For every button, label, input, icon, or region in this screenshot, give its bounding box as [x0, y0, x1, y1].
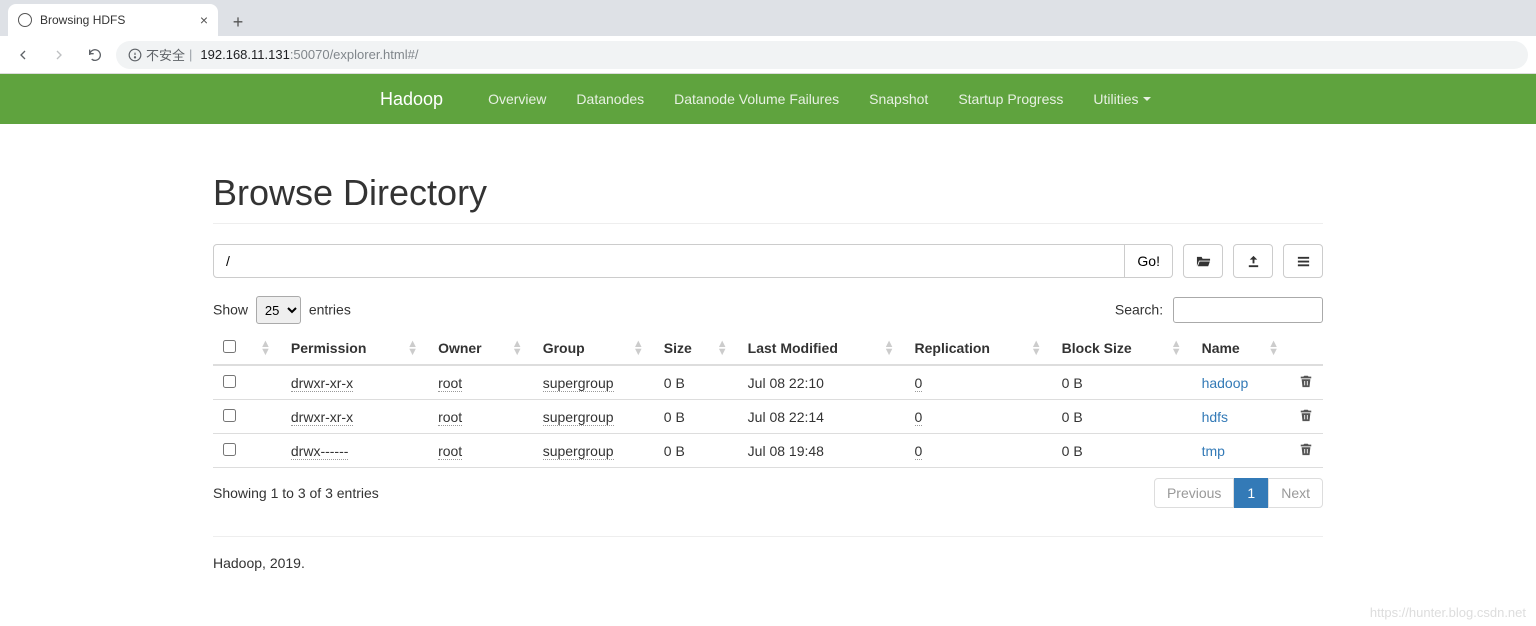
blocksize-cell: 0 B [1052, 400, 1192, 434]
sort-icon: ▲▼ [407, 340, 418, 356]
list-button[interactable] [1283, 244, 1323, 278]
path-input[interactable] [213, 244, 1125, 278]
browser-tabbar: Browsing HDFS × + [0, 0, 1536, 36]
search-input[interactable] [1173, 297, 1323, 323]
sort-icon: ▲▼ [884, 340, 895, 356]
name-link[interactable]: tmp [1202, 443, 1225, 459]
new-tab-button[interactable]: + [224, 8, 252, 36]
list-icon [1296, 254, 1311, 269]
sort-header[interactable]: ▲▼ [246, 332, 281, 365]
col-block-size[interactable]: Block Size▲▼ [1052, 332, 1192, 365]
replication-cell[interactable]: 0 [915, 375, 923, 392]
col-permission[interactable]: Permission▲▼ [281, 332, 428, 365]
main-navbar: Hadoop Overview Datanodes Datanode Volum… [0, 74, 1536, 124]
entries-control: Show 25 entries [213, 296, 351, 324]
replication-cell[interactable]: 0 [915, 409, 923, 426]
row-checkbox[interactable] [223, 409, 236, 422]
footer-text: Hadoop, 2019. [213, 555, 1323, 571]
search-control: Search: [1115, 297, 1323, 323]
name-link[interactable]: hadoop [1202, 375, 1249, 391]
watermark: https://hunter.blog.csdn.net [1370, 605, 1526, 620]
sort-icon: ▲▼ [1171, 340, 1182, 356]
table-row: drwxr-xr-xrootsupergroup0 BJul 08 22:140… [213, 400, 1323, 434]
blocksize-cell: 0 B [1052, 365, 1192, 400]
sort-icon: ▲▼ [512, 340, 523, 356]
sort-icon: ▲▼ [1031, 340, 1042, 356]
go-button[interactable]: Go! [1125, 244, 1173, 278]
address-bar[interactable]: 不安全 | 192.168.11.131:50070/explorer.html… [116, 41, 1528, 69]
security-text: 不安全 [146, 45, 185, 64]
nav-startup-progress[interactable]: Startup Progress [943, 74, 1078, 124]
back-button[interactable] [8, 40, 38, 70]
directory-table: ▲▼ Permission▲▼ Owner▲▼ Group▲▼ Size▲▼ L… [213, 332, 1323, 468]
permission-cell[interactable]: drwxr-xr-x [291, 375, 353, 392]
folder-open-icon [1196, 254, 1211, 269]
row-checkbox[interactable] [223, 375, 236, 388]
owner-cell[interactable]: root [438, 409, 462, 426]
col-name[interactable]: Name▲▼ [1192, 332, 1289, 365]
brand[interactable]: Hadoop [380, 89, 443, 110]
page-prev[interactable]: Previous [1154, 478, 1234, 508]
blocksize-cell: 0 B [1052, 434, 1192, 468]
page-next[interactable]: Next [1268, 478, 1323, 508]
size-cell: 0 B [654, 400, 738, 434]
security-indicator: 不安全 | [128, 45, 192, 64]
table-row: drwx------rootsupergroup0 BJul 08 19:480… [213, 434, 1323, 468]
permission-cell[interactable]: drwx------ [291, 443, 349, 460]
sort-icon: ▲▼ [1268, 340, 1279, 356]
owner-cell[interactable]: root [438, 443, 462, 460]
close-icon[interactable]: × [200, 12, 208, 28]
entries-select[interactable]: 25 [256, 296, 301, 324]
size-cell: 0 B [654, 434, 738, 468]
delete-button[interactable] [1299, 409, 1313, 425]
upload-button[interactable] [1233, 244, 1273, 278]
nav-datanodes[interactable]: Datanodes [561, 74, 659, 124]
nav-snapshot[interactable]: Snapshot [854, 74, 943, 124]
sort-icon: ▲▼ [633, 340, 644, 356]
group-cell[interactable]: supergroup [543, 443, 614, 460]
col-size[interactable]: Size▲▼ [654, 332, 738, 365]
sort-icon: ▲▼ [717, 340, 728, 356]
forward-button[interactable] [44, 40, 74, 70]
chevron-down-icon [1143, 97, 1151, 101]
page-title: Browse Directory [213, 172, 1323, 224]
page-1[interactable]: 1 [1234, 478, 1268, 508]
permission-cell[interactable]: drwxr-xr-x [291, 409, 353, 426]
table-row: drwxr-xr-xrootsupergroup0 BJul 08 22:100… [213, 365, 1323, 400]
browser-tab[interactable]: Browsing HDFS × [8, 4, 218, 36]
select-all-checkbox[interactable] [223, 340, 236, 353]
modified-cell: Jul 08 22:10 [738, 365, 905, 400]
delete-button[interactable] [1299, 375, 1313, 391]
nav-utilities[interactable]: Utilities [1078, 74, 1165, 124]
replication-cell[interactable]: 0 [915, 443, 923, 460]
tab-title: Browsing HDFS [40, 13, 125, 27]
table-info: Showing 1 to 3 of 3 entries [213, 485, 379, 501]
modified-cell: Jul 08 19:48 [738, 434, 905, 468]
nav-overview[interactable]: Overview [473, 74, 561, 124]
browser-toolbar: 不安全 | 192.168.11.131:50070/explorer.html… [0, 36, 1536, 74]
row-checkbox[interactable] [223, 443, 236, 456]
pagination: Previous 1 Next [1154, 478, 1323, 508]
col-replication[interactable]: Replication▲▼ [905, 332, 1052, 365]
col-actions [1289, 332, 1323, 365]
modified-cell: Jul 08 22:14 [738, 400, 905, 434]
sort-icon: ▲▼ [260, 340, 271, 356]
col-last-modified[interactable]: Last Modified▲▼ [738, 332, 905, 365]
col-group[interactable]: Group▲▼ [533, 332, 654, 365]
url-text: 192.168.11.131:50070/explorer.html#/ [200, 47, 418, 62]
delete-button[interactable] [1299, 443, 1313, 459]
upload-icon [1246, 254, 1261, 269]
owner-cell[interactable]: root [438, 375, 462, 392]
reload-button[interactable] [80, 40, 110, 70]
open-folder-button[interactable] [1183, 244, 1223, 278]
col-owner[interactable]: Owner▲▼ [428, 332, 533, 365]
select-all-header[interactable] [213, 332, 246, 365]
group-cell[interactable]: supergroup [543, 409, 614, 426]
nav-datanode-volume-failures[interactable]: Datanode Volume Failures [659, 74, 854, 124]
divider [213, 536, 1323, 537]
size-cell: 0 B [654, 365, 738, 400]
globe-icon [18, 13, 32, 27]
name-link[interactable]: hdfs [1202, 409, 1228, 425]
group-cell[interactable]: supergroup [543, 375, 614, 392]
